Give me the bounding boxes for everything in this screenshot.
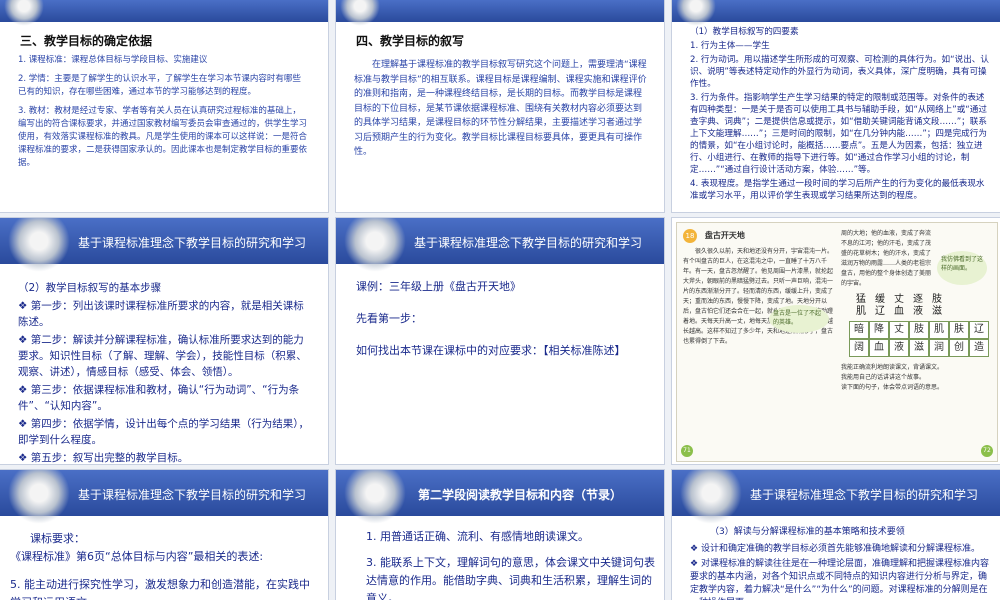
slide-title: 第二学段阅读教学目标和内容（节录） — [417, 488, 622, 502]
section-heading: （3）解读与分解课程标准的基本策略和技术要领 — [710, 527, 905, 537]
lesson-text: 很久很久以前，天和地还没有分开，宇宙混沌一片。有个叫盘古的巨人，在这混沌之中，一… — [683, 248, 834, 345]
slide-title: 四、教学目标的叙写 — [356, 34, 465, 48]
textbook-spread: 18 盘古开天地 很久很久以前，天和地还没有分开，宇宙混沌一片。有个叫盘古的巨人… — [676, 222, 998, 462]
list-item: ❖ 第五步：叙写出完整的教学目标。 — [18, 452, 189, 464]
slide-body: 课标要求： 《课程标准》第6页“总体目标与内容”最相关的表述: 5. 能主动进行… — [10, 530, 320, 600]
textbook-left-page: 18 盘古开天地 很久很久以前，天和地还没有分开，宇宙混沌一片。有个叫盘古的巨人… — [683, 229, 835, 453]
list-item: ❖ 第一步：列出该课时课程标准所要求的内容，就是相关课标陈述。 — [18, 300, 304, 328]
lesson-text: 周的大地；他的血液，变成了奔流不息的江河；他的汗毛，变成了茂盛的花草树木；他的汗… — [841, 230, 932, 287]
list-item: 4. 表现程度。是指学生通过一段时间的学习后所产生的行为变化的最低表现水准或学习… — [690, 179, 985, 201]
slide-header-title: 基于课程标准理念下教学目标的研究和学习 — [78, 236, 307, 250]
lesson-title: 盘古开天地 — [704, 231, 745, 240]
slide-header-bar — [0, 0, 328, 22]
page-number: 72 — [981, 445, 993, 457]
list-item: 2. 学情：主要是了解学生的认识水平，了解学生在学习本节课内容时有哪些已有的知识… — [18, 74, 301, 97]
slide-body: 在理解基于课程标准的教学目标叙写研究这个问题上，需要理清“课程标准与教学目标”的… — [354, 60, 647, 157]
page-number: 71 — [681, 445, 693, 457]
diamond-bullet-icon: ❖ — [18, 334, 31, 346]
body-line: 《课程标准》第6页“总体目标与内容”最相关的表述: — [10, 550, 264, 563]
body-line: 5. 能主动进行探究性学习，激发想象力和创造潜能，在实践中学习和运用语文。 — [10, 578, 310, 600]
slide-thumbnail-2[interactable]: 四、教学目标的叙写 在理解基于课程标准的教学目标叙写研究这个问题上，需要理清“课… — [336, 0, 664, 212]
slide-title: 三、教学目标的确定依据 — [20, 34, 153, 48]
lesson-number: 18 — [683, 229, 697, 243]
diamond-bullet-icon: ❖ — [690, 544, 701, 554]
slide-body: 1. 用普通话正确、流利、有感情地朗读课文。 3. 能联系上下文，理解词句的意思… — [366, 528, 656, 600]
slide-thumbnail-8[interactable]: 第二学段阅读教学目标和内容（节录） 1. 用普通话正确、流利、有感情地朗读课文。… — [336, 470, 664, 600]
list-item: ❖ 对课程标准的解读往往是在一种理论层面，准确理解和把握课程标准内容要求的基本内… — [690, 559, 989, 600]
list-item: ❖ 设计和确定准确的教学目标必须首先能够准确地解读和分解课程标准。 — [690, 544, 980, 554]
diamond-bullet-icon: ❖ — [18, 418, 31, 430]
dandelion-icon — [340, 0, 380, 26]
diamond-bullet-icon: ❖ — [18, 452, 31, 464]
diamond-bullet-icon: ❖ — [18, 384, 31, 396]
list-item: 3. 行为条件。指影响学生产生学习结果的特定的限制或范围等。对条件的表述有四种类… — [690, 93, 987, 175]
slide-thumbnail-6[interactable]: 18 盘古开天地 很久很久以前，天和地还没有分开，宇宙混沌一片。有个叫盘古的巨人… — [672, 218, 1000, 464]
list-item: ❖ 第三步：依据课程标准和教材，确认“行为动词”、“行为条件”、“认知内容”。 — [18, 384, 300, 412]
thought-bubble: 我仿佛看到了这样的画面。 — [937, 251, 987, 285]
list-item: 我能正确流利地朗读课文，背诵课文。 — [841, 364, 944, 371]
section-heading: （2）教学目标叙写的基本步骤 — [18, 282, 162, 294]
slide-body: 课例：三年级上册《盘古开天地》 先看第一步： 如何找出本节课在课标中的对应要求：… — [356, 278, 652, 360]
dandelion-icon — [4, 0, 44, 26]
question-text: 如何找出本节课在课标中的对应要求：【相关标准陈述】 — [356, 344, 626, 357]
writing-grid-row: 暗 降 丈 肢 肌 肤 辽 — [849, 321, 991, 339]
slide-thumbnail-3[interactable]: （1）教学目标叙写的四要素 1. 行为主体——学生 2. 行为动词。用以描述学生… — [672, 0, 1000, 212]
list-item: 1. 行为主体——学生 — [690, 41, 770, 51]
list-item: 读下面的句子，体会带点词语的意思。 — [841, 384, 944, 391]
slide-header-title: 基于课程标准理念下教学目标的研究和学习 — [78, 488, 307, 502]
slide-body: （2）教学目标叙写的基本步骤 ❖ 第一步：列出该课时课程标准所要求的内容，就是相… — [18, 280, 314, 464]
slide-thumbnail-7[interactable]: 基于课程标准理念下教学目标的研究和学习 课标要求： 《课程标准》第6页“总体目标… — [0, 470, 328, 600]
thought-bubble: 盘古是一位了不起的英雄。 — [769, 305, 829, 333]
slide-header-title: 基于课程标准理念下教学目标的研究和学习 — [414, 236, 643, 250]
slide-thumbnail-1[interactable]: 三、教学目标的确定依据 1. 课程标准：课程总体目标与学段目标、实施建议 2. … — [0, 0, 328, 212]
list-item: ❖ 第四步：依据学情，设计出每个点的学习结果（行为结果），即学到什么程度。 — [18, 418, 310, 446]
slide-thumbnail-9[interactable]: 基于课程标准理念下教学目标的研究和学习 （3）解读与分解课程标准的基本策略和技术… — [672, 470, 1000, 600]
slide-header-title: 基于课程标准理念下教学目标的研究和学习 — [750, 488, 979, 502]
list-item: ❖ 第二步：解读并分解课程标准，确认标准所要求达到的能力要求。知识性目标（了解、… — [18, 334, 307, 378]
textbook-right-page: 周的大地；他的血液，变成了奔流不息的江河；他的汗毛，变成了茂盛的花草树木；他的汗… — [841, 229, 991, 453]
list-item: 1. 用普通话正确、流利、有感情地朗读课文。 — [366, 530, 589, 543]
slide-thumbnail-5[interactable]: 基于课程标准理念下教学目标的研究和学习 课例：三年级上册《盘古开天地》 先看第一… — [336, 218, 664, 464]
list-item: 3. 教材：教材是经过专家、学者等有关人员在认真研究过程标准的基础上，编写出的符… — [18, 106, 308, 168]
slide-header-bar — [672, 0, 1000, 22]
exercise-list: 我能正确流利地朗读课文，背诵课文。 我能用自己的话讲讲这个故事。 读下面的句子，… — [841, 363, 991, 393]
new-characters-row: 肌 辽 血 液 滋 — [856, 306, 942, 317]
dandelion-icon — [676, 0, 716, 26]
section-heading: 课标要求： — [30, 532, 85, 545]
list-item: 1. 课程标准：课程总体目标与学段目标、实施建议 — [18, 55, 208, 65]
slide-body: 1. 课程标准：课程总体目标与学段目标、实施建议 2. 学情：主要是了解学生的认… — [18, 54, 308, 176]
slide-thumbnail-grid: 三、教学目标的确定依据 1. 课程标准：课程总体目标与学段目标、实施建议 2. … — [0, 0, 1000, 600]
slide-thumbnail-4[interactable]: 基于课程标准理念下教学目标的研究和学习 （2）教学目标叙写的基本步骤 ❖ 第一步… — [0, 218, 328, 464]
slide-body: （3）解读与分解课程标准的基本策略和技术要领 ❖ 设计和确定准确的教学目标必须首… — [690, 526, 990, 600]
list-item: 2. 行为动词。用以描述学生所形成的可观察、可检测的具体行为。如“说出、认识、说… — [690, 55, 989, 89]
slide-body: （1）教学目标叙写的四要素 1. 行为主体——学生 2. 行为动词。用以描述学生… — [690, 26, 990, 204]
new-characters-row: 猛 缓 丈 逐 肢 — [856, 294, 942, 305]
diamond-bullet-icon: ❖ — [690, 559, 701, 569]
course-example: 课例：三年级上册《盘古开天地》 — [356, 280, 521, 293]
section-heading: （1）教学目标叙写的四要素 — [690, 27, 799, 37]
slide-header-bar — [336, 0, 664, 22]
step-label: 先看第一步： — [356, 312, 422, 325]
list-item: 3. 能联系上下文，理解词句的意思，体会课文中关键词句表达情意的作用。能借助字典… — [366, 556, 655, 600]
diamond-bullet-icon: ❖ — [18, 300, 31, 312]
list-item: 我能用自己的话讲讲这个故事。 — [841, 374, 926, 381]
writing-grid-row: 阔 血 液 滋 润 创 造 — [849, 339, 991, 357]
